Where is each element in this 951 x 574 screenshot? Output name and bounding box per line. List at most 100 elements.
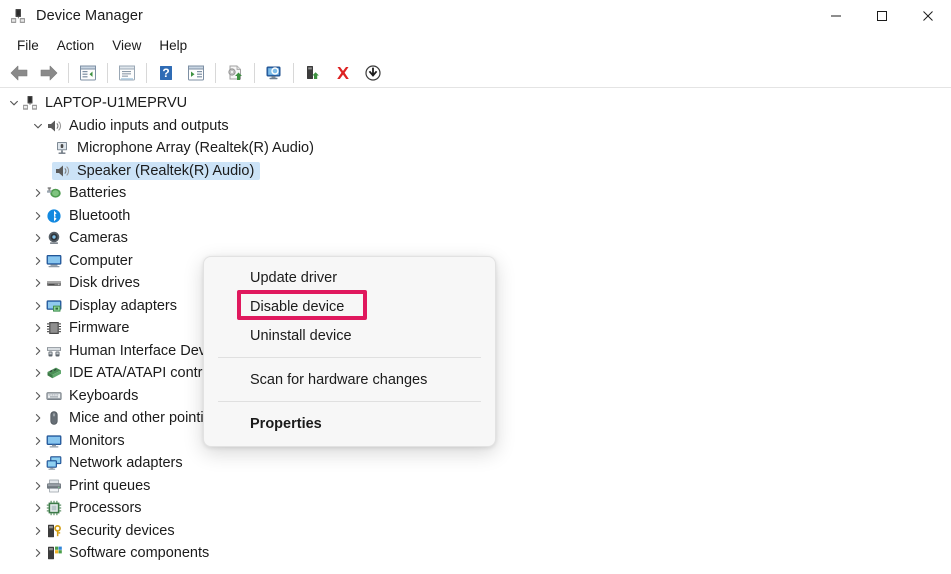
- scan-hardware-changes-button[interactable]: [260, 60, 288, 86]
- menu-help[interactable]: Help: [150, 35, 196, 56]
- tree-item-content[interactable]: Security devices: [46, 523, 175, 539]
- chevron-right-icon[interactable]: [30, 365, 46, 381]
- back-button[interactable]: [5, 60, 33, 86]
- maximize-button[interactable]: [859, 0, 905, 32]
- menu-file[interactable]: File: [8, 35, 48, 56]
- tree-item-security-devices[interactable]: Security devices: [0, 520, 951, 543]
- speaker-icon: [46, 118, 62, 134]
- menu-bar: File Action View Help: [0, 32, 951, 58]
- tree-item-content[interactable]: Computer: [46, 253, 133, 269]
- chevron-right-icon[interactable]: [30, 433, 46, 449]
- context-menu-item-scan-for-hardware-changes[interactable]: Scan for hardware changes: [204, 365, 495, 394]
- security-key-icon: [46, 523, 62, 539]
- tree-item-content[interactable]: Batteries: [46, 185, 126, 201]
- tree-item-content[interactable]: Monitors: [46, 433, 125, 449]
- speaker-icon: [54, 163, 70, 179]
- window-controls: [813, 0, 951, 32]
- toolbar-separator: [215, 62, 216, 83]
- chevron-right-icon[interactable]: [30, 275, 46, 291]
- disk-drive-icon: [46, 275, 62, 291]
- tree-item-microphone-array-realtek-r-audio[interactable]: Microphone Array (Realtek(R) Audio): [0, 137, 951, 160]
- device-manager-icon: [10, 8, 26, 24]
- chevron-right-icon[interactable]: [30, 230, 46, 246]
- chevron-down-icon[interactable]: [30, 118, 46, 134]
- enable-device-button[interactable]: [299, 60, 327, 86]
- mouse-icon: [46, 410, 62, 426]
- menu-action[interactable]: Action: [48, 35, 104, 56]
- context-menu-separator: [218, 401, 481, 402]
- context-menu-item-uninstall-device[interactable]: Uninstall device: [204, 321, 495, 350]
- tree-item-print-queues[interactable]: Print queues: [0, 475, 951, 498]
- tree-item-label: Microphone Array (Realtek(R) Audio): [77, 140, 314, 157]
- window-title: Device Manager: [36, 8, 143, 24]
- chevron-right-icon[interactable]: [30, 500, 46, 516]
- tree-item-content[interactable]: Processors: [46, 500, 142, 516]
- title-bar: Device Manager: [0, 0, 951, 32]
- tree-item-content[interactable]: Firmware: [46, 320, 129, 336]
- tree-item-content[interactable]: Print queues: [46, 478, 150, 494]
- tree-item-label: Software components: [69, 545, 210, 562]
- update-driver-button[interactable]: [221, 60, 249, 86]
- tree-item-processors[interactable]: Processors: [0, 497, 951, 520]
- tree-item-label: Audio inputs and outputs: [69, 117, 229, 134]
- chevron-right-icon[interactable]: [30, 253, 46, 269]
- chevron-right-icon[interactable]: [30, 320, 46, 336]
- chevron-right-icon[interactable]: [30, 545, 46, 561]
- toolbar-separator: [68, 62, 69, 83]
- chevron-right-icon[interactable]: [30, 343, 46, 359]
- minimize-button[interactable]: [813, 0, 859, 32]
- chevron-right-icon[interactable]: [30, 523, 46, 539]
- tree-item-content[interactable]: Microphone Array (Realtek(R) Audio): [54, 140, 314, 156]
- tree-item-cameras[interactable]: Cameras: [0, 227, 951, 250]
- tree-item-label: Bluetooth: [69, 207, 131, 224]
- tree-item-content[interactable]: Bluetooth: [46, 208, 130, 224]
- tree-item-label: Cameras: [69, 230, 128, 247]
- tree-item-content[interactable]: Software components: [46, 545, 209, 561]
- forward-button[interactable]: [35, 60, 63, 86]
- tree-item-label: Security devices: [69, 522, 175, 539]
- tree-item-speaker-realtek-r-audio[interactable]: Speaker (Realtek(R) Audio): [0, 160, 951, 183]
- context-menu-separator: [218, 357, 481, 358]
- printer-icon: [46, 478, 62, 494]
- tree-item-bluetooth[interactable]: Bluetooth: [0, 205, 951, 228]
- hid-icon: [46, 343, 62, 359]
- tree-item-label: LAPTOP-U1MEPRVU: [45, 95, 188, 112]
- uninstall-device-button[interactable]: [329, 60, 357, 86]
- tree-item-content[interactable]: LAPTOP-U1MEPRVU: [22, 95, 187, 111]
- help-button[interactable]: ?: [152, 60, 180, 86]
- tree-item-batteries[interactable]: Batteries: [0, 182, 951, 205]
- chevron-right-icon[interactable]: [30, 298, 46, 314]
- tree-item-content[interactable]: Disk drives: [46, 275, 140, 291]
- tree-item-network-adapters[interactable]: Network adapters: [0, 452, 951, 475]
- menu-view[interactable]: View: [103, 35, 150, 56]
- context-menu-item-properties[interactable]: Properties: [204, 409, 495, 438]
- context-menu-item-update-driver[interactable]: Update driver: [204, 263, 495, 292]
- tree-item-content[interactable]: Keyboards: [46, 388, 138, 404]
- tree-item-content[interactable]: Audio inputs and outputs: [46, 118, 229, 134]
- chevron-right-icon[interactable]: [30, 410, 46, 426]
- microphone-icon: [54, 140, 70, 156]
- chevron-right-icon[interactable]: [30, 455, 46, 471]
- processor-icon: [46, 500, 62, 516]
- tree-item-content[interactable]: Cameras: [46, 230, 128, 246]
- context-menu-item-disable-device[interactable]: Disable device: [204, 292, 495, 321]
- tree-item-software-components[interactable]: Software components: [0, 542, 951, 565]
- properties-button[interactable]: [113, 60, 141, 86]
- tree-item-content[interactable]: Display adapters: [46, 298, 177, 314]
- chevron-down-icon[interactable]: [6, 95, 22, 111]
- close-button[interactable]: [905, 0, 951, 32]
- chevron-right-icon[interactable]: [30, 478, 46, 494]
- chevron-right-icon[interactable]: [30, 388, 46, 404]
- chevron-right-icon[interactable]: [30, 185, 46, 201]
- bluetooth-icon: [46, 208, 62, 224]
- toolbar-separator: [254, 62, 255, 83]
- action-menu-button[interactable]: [182, 60, 210, 86]
- disable-device-button[interactable]: [359, 60, 387, 86]
- tree-item-audio-inputs-and-outputs[interactable]: Audio inputs and outputs: [0, 115, 951, 138]
- toolbar-separator: [146, 62, 147, 83]
- chevron-right-icon[interactable]: [30, 208, 46, 224]
- tree-item-laptop-u1meprvu[interactable]: LAPTOP-U1MEPRVU: [0, 92, 951, 115]
- console-tree-button[interactable]: [74, 60, 102, 86]
- tree-item-content[interactable]: Network adapters: [46, 455, 183, 471]
- tree-item-content[interactable]: Speaker (Realtek(R) Audio): [52, 161, 261, 180]
